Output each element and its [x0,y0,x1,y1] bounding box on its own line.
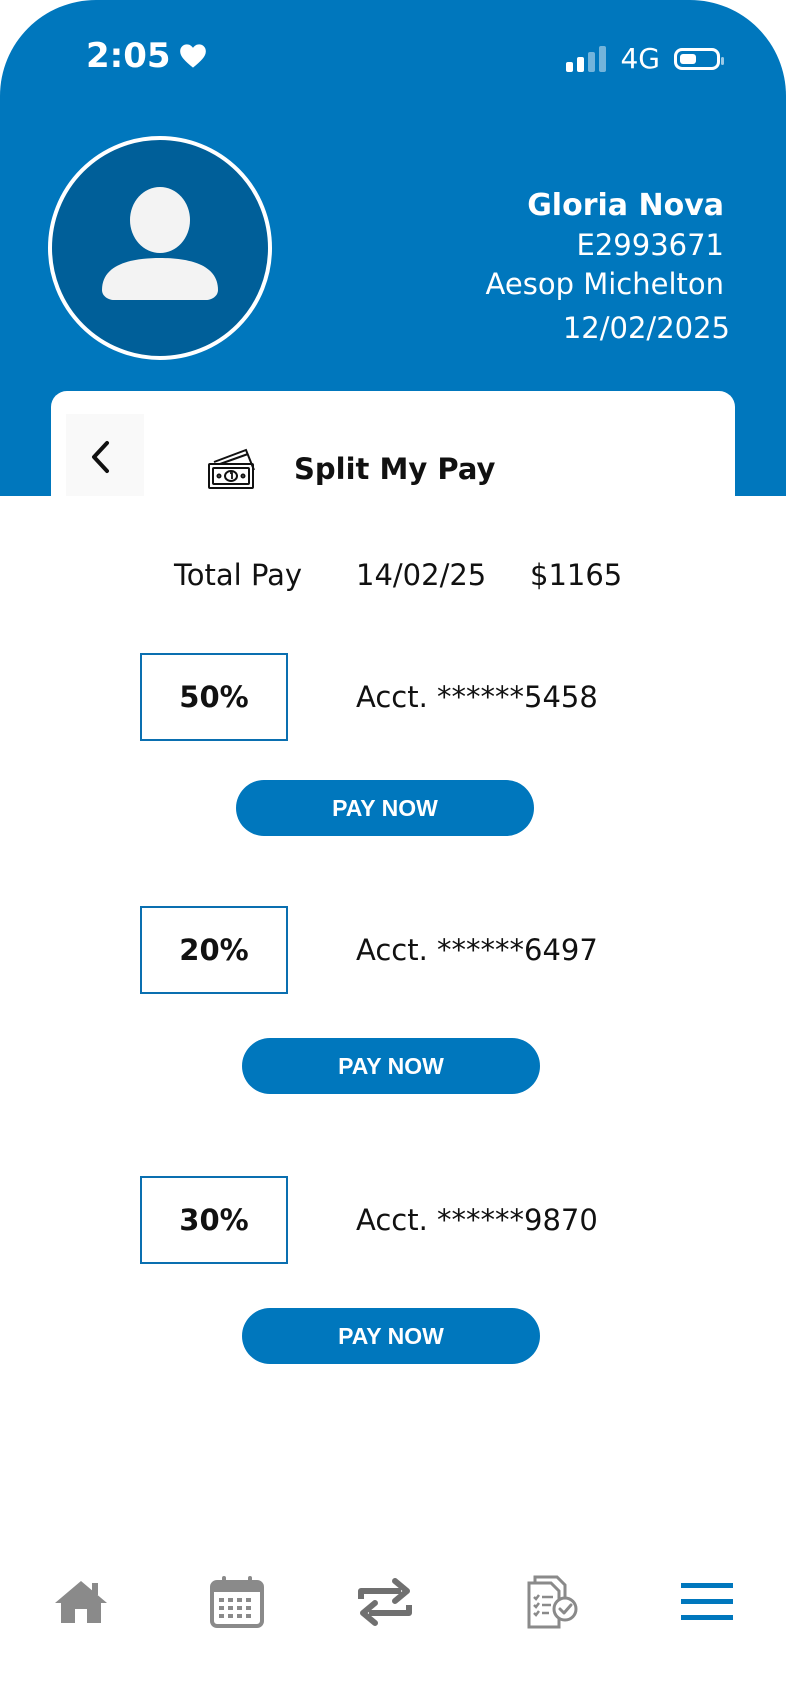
pay-now-button[interactable]: PAY NOW [242,1308,540,1364]
user-name: Gloria Nova [527,188,724,223]
nav-transfer[interactable] [350,1570,420,1634]
network-label: 4G [620,42,660,75]
nav-calendar[interactable] [202,1570,272,1634]
nav-documents[interactable] [516,1570,586,1634]
transfer-icon [358,1578,412,1626]
user-silhouette-icon [102,187,218,300]
total-pay-label: Total Pay [174,558,303,592]
signal-icon [566,45,607,72]
chevron-left-icon [92,441,109,473]
documents-check-icon [527,1575,578,1629]
user-info: Gloria Nova E2993671 Aesop Michelton 12/… [485,186,730,348]
split-percent-input[interactable]: 20% [140,906,288,994]
status-bar-indicators: 4G [566,42,724,75]
bottom-navigation [0,1560,786,1640]
split-percent-input[interactable]: 50% [140,653,288,741]
menu-icon [681,1583,733,1620]
pay-now-button[interactable]: PAY NOW [242,1038,540,1094]
calendar-icon [210,1576,264,1628]
company-name: Aesop Michelton [485,267,724,301]
money-icon [208,448,255,489]
split-percent-input[interactable]: 30% [140,1176,288,1264]
total-pay-amount: $1165 [530,558,623,592]
split-account-label: Acct. ******6497 [356,933,598,967]
back-button[interactable] [78,432,122,482]
status-bar-time: 2:05 [86,36,207,76]
split-account-label: Acct. ******5458 [356,680,598,714]
nav-menu[interactable] [672,1570,742,1634]
status-time-text: 2:05 [86,36,171,76]
employee-id: E2993671 [576,228,724,262]
current-date: 12/02/2025 [562,311,730,345]
heart-icon [179,44,206,68]
home-icon [55,1581,107,1623]
split-account-label: Acct. ******9870 [356,1203,598,1237]
page-title: Split My Pay [294,452,496,486]
nav-home[interactable] [46,1570,116,1634]
battery-icon [674,47,724,70]
pay-now-button[interactable]: PAY NOW [236,780,534,836]
avatar[interactable] [48,136,272,360]
pay-date: 14/02/25 [356,558,487,592]
